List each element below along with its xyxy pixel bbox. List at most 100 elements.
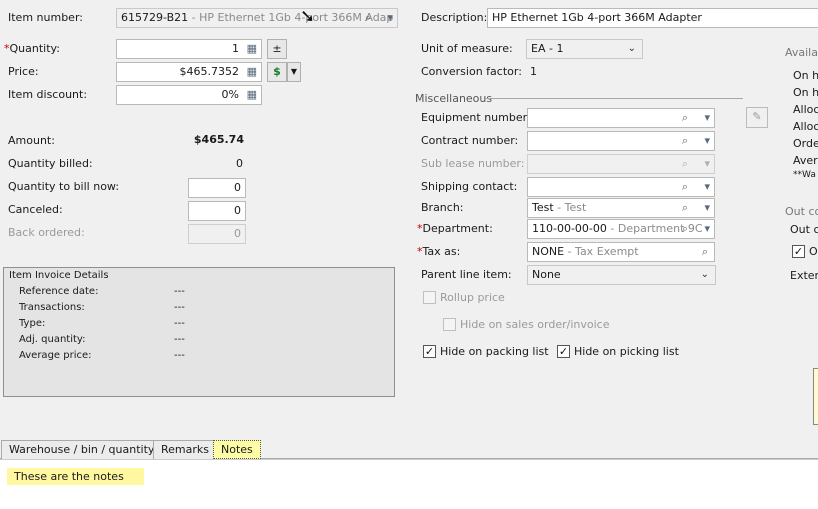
lookup-menu-icon[interactable]: ▾ bbox=[704, 110, 710, 126]
parent-line-select[interactable]: None ⌄ bbox=[527, 265, 716, 285]
availability-label: Availab bbox=[785, 46, 818, 59]
tab-remarks[interactable]: Remarks bbox=[153, 440, 217, 459]
conversion-label: Conversion factor: bbox=[421, 65, 522, 78]
uom-select[interactable]: EA - 1 ⌄ bbox=[526, 39, 643, 59]
tab-notes[interactable]: Notes bbox=[213, 440, 261, 459]
department-desc: - Department 9C bbox=[610, 222, 703, 235]
discount-field[interactable]: 0% ▦ bbox=[116, 85, 262, 105]
department-label: *Department: bbox=[417, 222, 493, 235]
tax-code: NONE bbox=[532, 245, 565, 258]
availability-line: On ha bbox=[793, 86, 818, 99]
hide-picking-label: Hide on picking list bbox=[574, 345, 679, 358]
item-number-field[interactable]: 615729-B21 - HP Ethernet 1Gb 4-port 366M… bbox=[116, 8, 398, 28]
notes-textarea[interactable]: These are the notes bbox=[0, 459, 818, 509]
edit-button[interactable]: ✎ bbox=[746, 107, 768, 128]
tax-as-field[interactable]: NONE - Tax Exempt ⌕ bbox=[527, 242, 715, 262]
department-field[interactable]: 110-00-00-00 - Department 9C ⌕ ▾ bbox=[527, 219, 715, 239]
shipping-contact-field[interactable]: ⌕ ▾ bbox=[527, 177, 715, 197]
availability-line: Alloca bbox=[793, 120, 818, 133]
hide-picking-checkbox[interactable]: ✓ bbox=[557, 345, 570, 358]
lookup-menu-icon[interactable]: ▾ bbox=[704, 179, 710, 195]
adj-quantity-value: --- bbox=[174, 334, 185, 345]
miscellaneous-label: Miscellaneous bbox=[415, 92, 493, 105]
department-code: 110-00-00-00 bbox=[532, 222, 607, 235]
description-label: Description: bbox=[421, 11, 488, 24]
search-icon[interactable]: ⌕ bbox=[682, 200, 688, 216]
right-yellow-panel bbox=[813, 368, 818, 425]
quantity-value: 1 bbox=[232, 42, 239, 55]
hide-sales-label: Hide on sales order/invoice bbox=[460, 318, 610, 331]
calendar-icon[interactable]: ▦ bbox=[247, 64, 257, 80]
contract-field[interactable]: ⌕ ▾ bbox=[527, 131, 715, 151]
search-icon[interactable]: ⌕ bbox=[682, 221, 688, 237]
out-cost-line: Out co bbox=[790, 223, 818, 236]
average-price-value: --- bbox=[174, 350, 185, 361]
lookup-menu-icon: ▾ bbox=[704, 157, 710, 170]
calendar-icon[interactable]: ▦ bbox=[247, 87, 257, 103]
sublease-field: ⌕ ▾ bbox=[527, 154, 715, 174]
quantity-field[interactable]: 1 ▦ bbox=[116, 39, 262, 59]
hide-packing-checkbox[interactable]: ✓ bbox=[423, 345, 436, 358]
discount-label: Item discount: bbox=[8, 88, 88, 101]
price-dollar-button[interactable]: $ bbox=[267, 62, 287, 82]
item-invoice-details-panel: Item Invoice Details Reference date: ---… bbox=[3, 267, 395, 397]
search-icon[interactable]: ⌕ bbox=[682, 179, 688, 195]
rollup-price-checkbox bbox=[423, 291, 436, 304]
parent-line-label: Parent line item: bbox=[421, 268, 512, 281]
uom-value: EA - 1 bbox=[531, 42, 564, 55]
equipment-field[interactable]: ⌕ ▾ bbox=[527, 108, 715, 128]
back-ordered-label: Back ordered: bbox=[8, 226, 85, 239]
type-label: Type: bbox=[19, 318, 46, 329]
search-icon: ⌕ bbox=[681, 157, 688, 170]
lookup-menu-icon[interactable]: ▾ bbox=[704, 200, 710, 216]
qty-bill-now-field[interactable]: 0 bbox=[188, 178, 246, 198]
item-number-code: 615729-B21 bbox=[121, 11, 189, 24]
branch-desc: - Test bbox=[557, 201, 587, 214]
canceled-label: Canceled: bbox=[8, 203, 63, 216]
canceled-field[interactable]: 0 bbox=[188, 201, 246, 221]
availability-line: Alloca bbox=[793, 103, 818, 116]
lookup-menu-icon[interactable]: ▾ bbox=[387, 10, 393, 26]
reference-date-value: --- bbox=[174, 286, 185, 297]
search-icon[interactable]: ⌕ bbox=[365, 10, 371, 26]
item-number-desc: - HP Ethernet 1Gb 4-port 366M Adap bbox=[191, 11, 394, 24]
branch-code: Test bbox=[532, 201, 554, 214]
amount-label: Amount: bbox=[8, 134, 55, 147]
chevron-down-icon: ⌄ bbox=[627, 43, 636, 54]
qty-billed-value: 0 bbox=[236, 157, 243, 170]
branch-label: Branch: bbox=[421, 201, 464, 214]
qty-bill-now-label: Quantity to bill now: bbox=[8, 180, 120, 193]
equipment-label: Equipment number: bbox=[421, 111, 531, 124]
tab-warehouse-bin-quantity[interactable]: Warehouse / bin / quantity bbox=[1, 440, 163, 459]
search-icon[interactable]: ⌕ bbox=[682, 110, 688, 126]
shipping-contact-label: Shipping contact: bbox=[421, 180, 518, 193]
right-checkbox[interactable]: ✓ bbox=[792, 245, 805, 258]
calendar-icon[interactable]: ▦ bbox=[247, 41, 257, 57]
availability-line: Avera bbox=[793, 154, 818, 167]
hide-sales-checkbox bbox=[443, 318, 456, 331]
description-field[interactable]: HP Ethernet 1Gb 4-port 366M Adapter bbox=[487, 8, 818, 28]
uom-label: Unit of measure: bbox=[421, 42, 513, 55]
rollup-price-label: Rollup price bbox=[440, 291, 505, 304]
tax-desc: - Tax Exempt bbox=[567, 245, 639, 258]
discount-value: 0% bbox=[221, 88, 239, 101]
chevron-down-icon: ⌄ bbox=[700, 269, 709, 280]
transactions-label: Transactions: bbox=[19, 302, 85, 313]
conversion-value: 1 bbox=[530, 65, 537, 78]
lookup-menu-icon[interactable]: ▾ bbox=[704, 133, 710, 149]
branch-field[interactable]: Test - Test ⌕ ▾ bbox=[527, 198, 715, 218]
quantity-label: *Quantity: bbox=[4, 42, 60, 55]
back-ordered-field: 0 bbox=[188, 224, 246, 244]
contract-label: Contract number: bbox=[421, 134, 519, 147]
lookup-menu-icon[interactable]: ▾ bbox=[704, 221, 710, 237]
average-price-label: Average price: bbox=[19, 350, 92, 361]
hide-packing-label: Hide on packing list bbox=[440, 345, 549, 358]
price-dropdown-button[interactable]: ▼ bbox=[287, 62, 301, 82]
type-value: --- bbox=[174, 318, 185, 329]
search-icon[interactable]: ⌕ bbox=[682, 133, 688, 149]
tax-as-label: *Tax as: bbox=[417, 245, 461, 258]
calculator-button[interactable]: ± bbox=[267, 39, 287, 59]
notes-text: These are the notes bbox=[7, 468, 144, 485]
price-field[interactable]: $465.7352 ▦ bbox=[116, 62, 262, 82]
search-icon[interactable]: ⌕ bbox=[702, 244, 708, 260]
